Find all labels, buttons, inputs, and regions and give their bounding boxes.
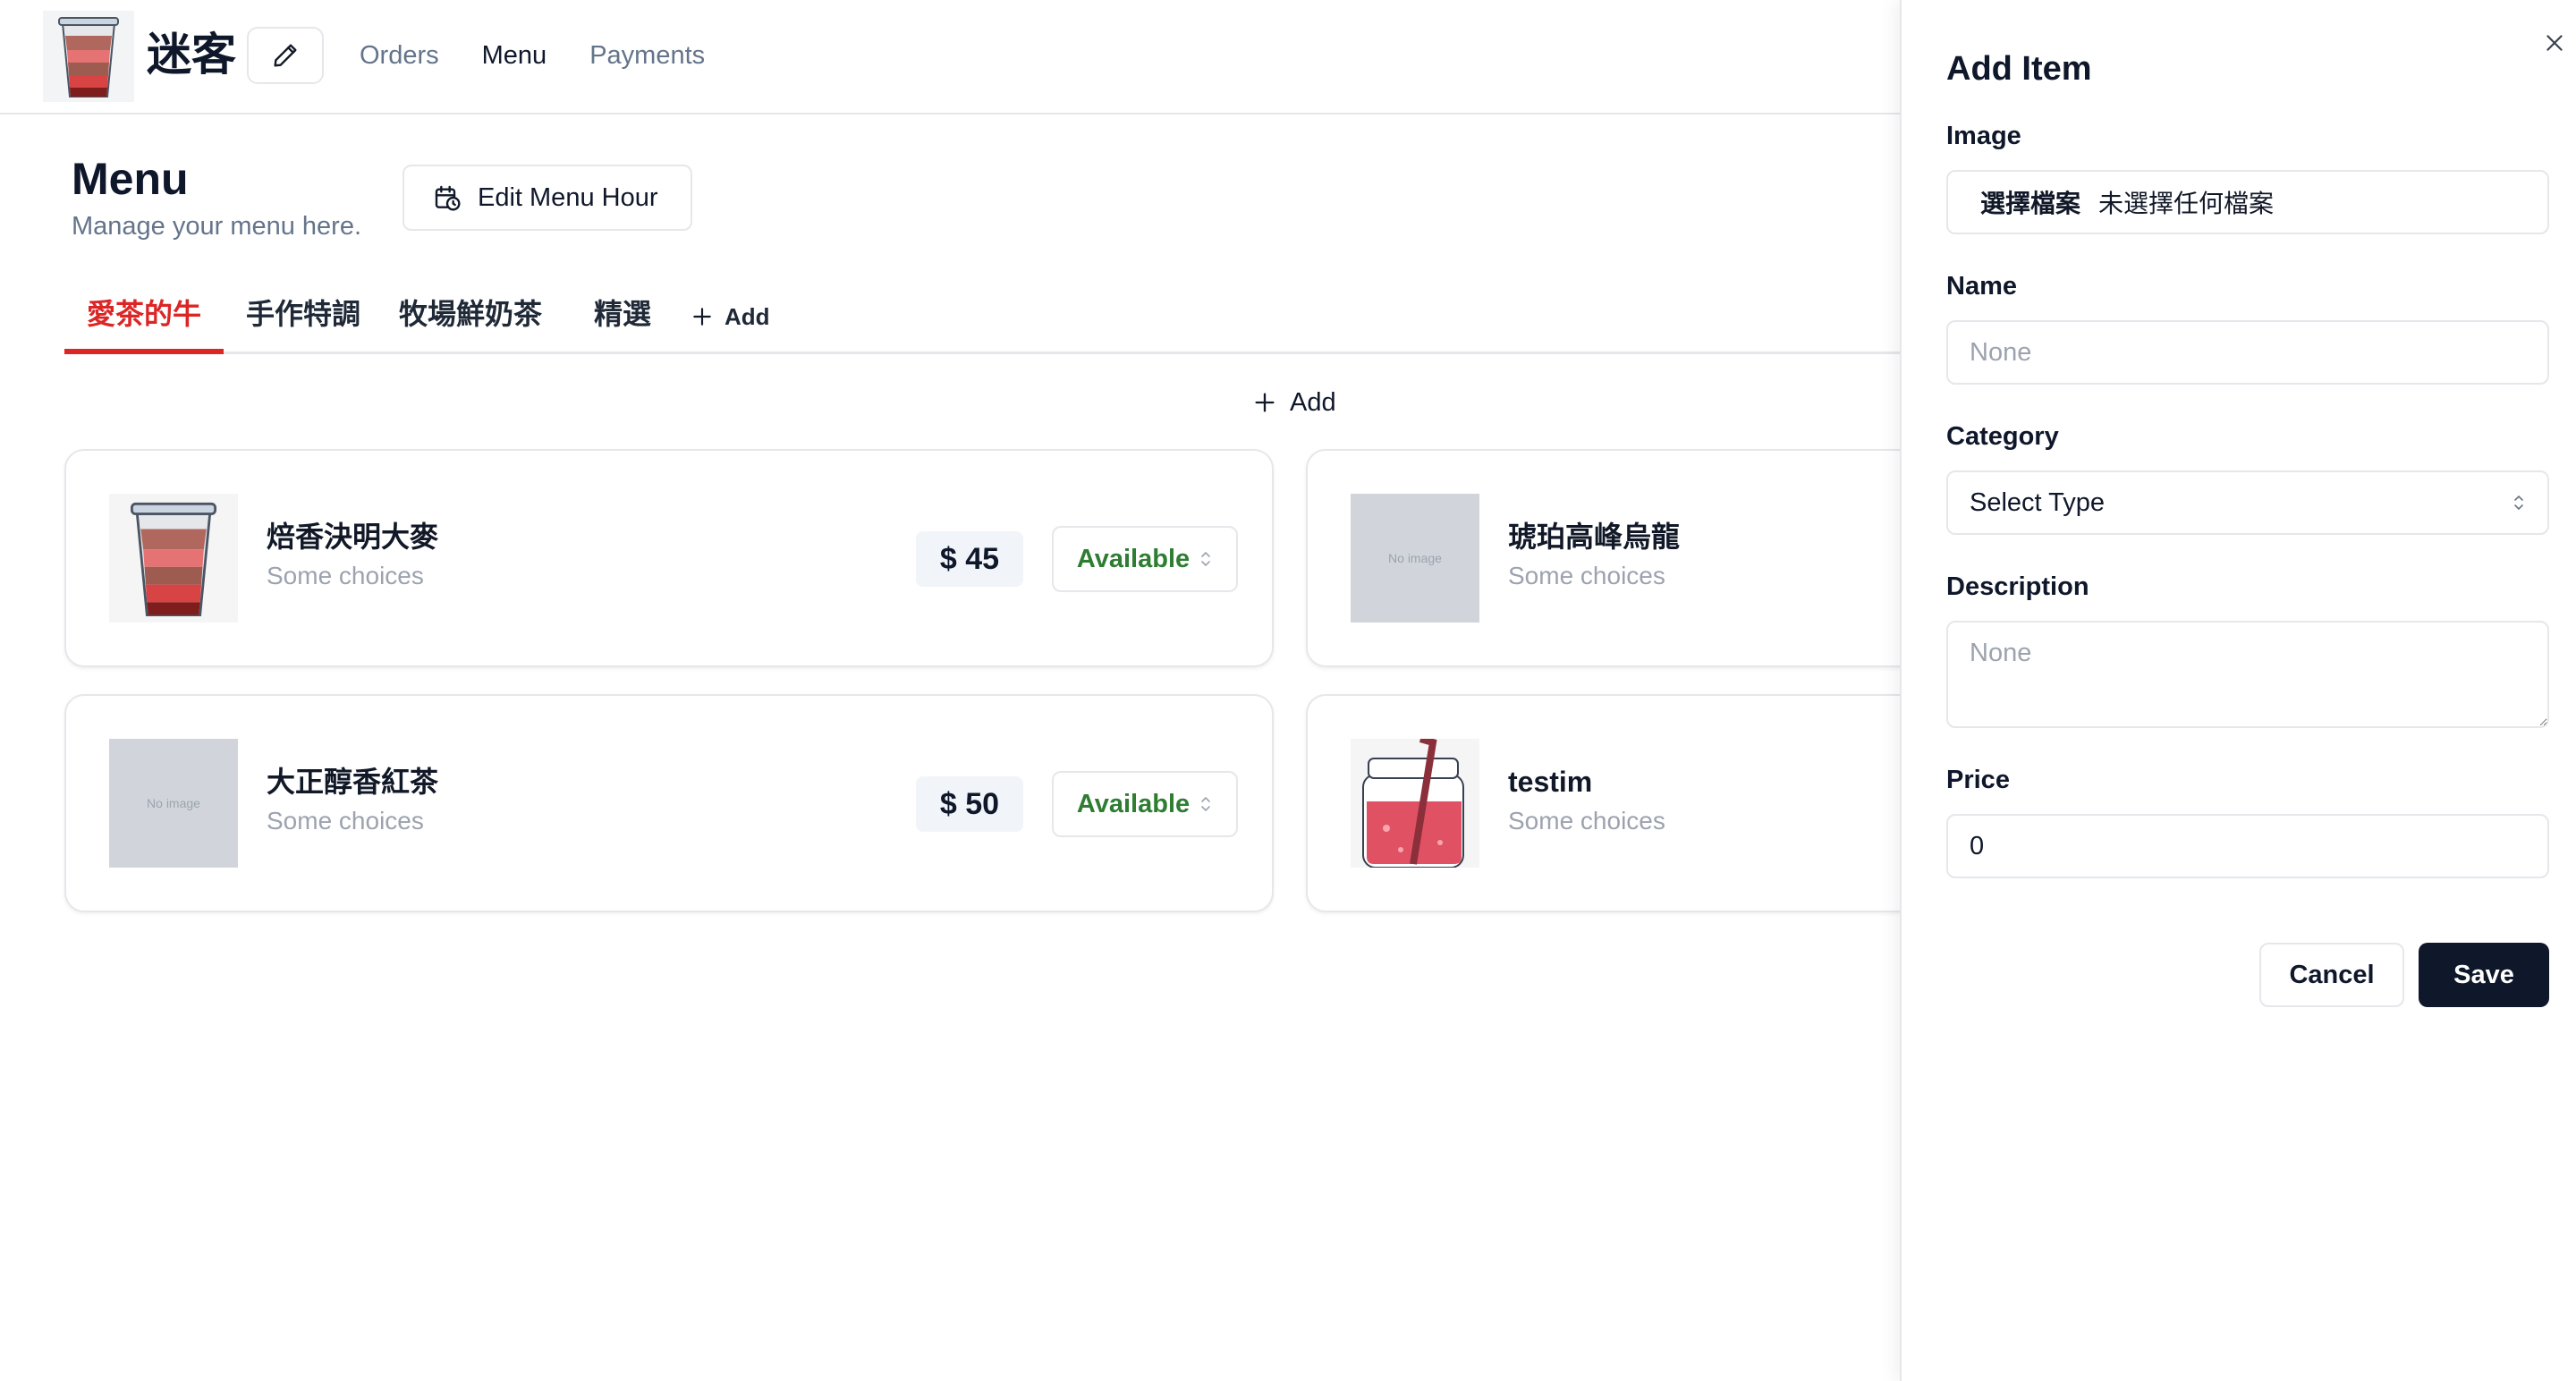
name-input[interactable] <box>1946 320 2549 385</box>
no-image-text: No image <box>147 796 200 810</box>
description-textarea[interactable] <box>1946 621 2549 728</box>
add-item-button[interactable]: Add <box>1252 379 1336 426</box>
brand-name: 迷客 <box>147 30 236 80</box>
add-item-label: Add <box>1290 387 1336 417</box>
image-file-input[interactable]: 選擇檔案 未選擇任何檔案 <box>1946 170 2549 234</box>
menu-item-card[interactable]: 焙香決明大麥 Some choices $ 45 Available <box>64 449 1274 667</box>
category-select[interactable]: Select Type <box>1946 470 2549 535</box>
no-image-placeholder: No image <box>109 739 238 868</box>
tab-category-3[interactable]: 牧場鮮奶茶 <box>392 286 549 354</box>
description-label: Description <box>1946 572 2089 601</box>
no-image-text: No image <box>1388 551 1442 565</box>
edit-menu-hour-label: Edit Menu Hour <box>478 182 658 212</box>
plus-icon <box>693 308 711 326</box>
item-name: 焙香決明大麥 <box>267 521 439 553</box>
chevron-up-down-icon <box>1201 551 1210 567</box>
name-label: Name <box>1946 272 2017 301</box>
item-choices: Some choices <box>1508 807 1665 835</box>
category-tabs: 愛茶的牛 手作特調 牧場鮮奶茶 精選 Add <box>64 286 1907 354</box>
jar-drink-icon <box>1351 739 1479 868</box>
tab-category-4[interactable]: 精選 <box>587 286 658 354</box>
pencil-icon <box>274 44 297 67</box>
menu-item-card[interactable]: testim Some choices <box>1306 694 1932 912</box>
availability-select[interactable]: Available <box>1052 771 1238 837</box>
image-label: Image <box>1946 122 2021 150</box>
item-price: $ 50 <box>916 776 1023 832</box>
item-choices: Some choices <box>1508 562 1665 589</box>
edit-menu-hour-button[interactable]: Edit Menu Hour <box>402 165 692 231</box>
calendar-clock-icon <box>435 185 461 211</box>
main-nav: Orders Menu Payments <box>360 36 705 75</box>
item-name: 琥珀高峰烏龍 <box>1508 521 1681 553</box>
drink-cup-icon <box>109 494 238 623</box>
app-root: 迷客 Orders Menu Payments Menu Manage your… <box>0 0 2576 1381</box>
nav-menu[interactable]: Menu <box>482 36 547 75</box>
availability-label: Available <box>1076 544 1191 573</box>
drink-cup-icon <box>43 11 134 102</box>
file-name-text: 未選擇任何檔案 <box>2098 190 2275 217</box>
no-image-placeholder: No image <box>1351 494 1479 623</box>
chevron-up-down-icon <box>2514 495 2523 511</box>
tab-category-1[interactable]: 愛茶的牛 <box>64 286 224 354</box>
edit-brand-button[interactable] <box>247 27 324 84</box>
chevron-up-down-icon <box>1201 796 1210 812</box>
category-select-value: Select Type <box>1970 487 2106 517</box>
close-icon <box>2546 35 2563 51</box>
add-category-button[interactable]: Add <box>691 292 770 342</box>
tab-category-2[interactable]: 手作特調 <box>240 286 367 354</box>
cancel-button[interactable]: Cancel <box>2259 943 2404 1007</box>
item-name: testim <box>1508 766 1593 798</box>
menu-item-card[interactable]: No image 大正醇香紅茶 Some choices $ 50 Availa… <box>64 694 1274 912</box>
availability-select[interactable]: Available <box>1052 526 1238 592</box>
nav-orders[interactable]: Orders <box>360 36 439 75</box>
save-button[interactable]: Save <box>2419 943 2549 1007</box>
item-choices: Some choices <box>267 562 424 589</box>
drawer-title: Add Item <box>1946 50 2092 88</box>
category-label: Category <box>1946 422 2059 451</box>
page-subtitle: Manage your menu here. <box>72 212 362 241</box>
choose-file-button[interactable]: 選擇檔案 <box>1980 184 2080 220</box>
plus-icon <box>1255 393 1275 412</box>
page-title: Menu <box>72 154 189 204</box>
item-price: $ 45 <box>916 531 1023 587</box>
item-choices: Some choices <box>267 807 424 835</box>
item-name: 大正醇香紅茶 <box>267 766 439 798</box>
close-drawer-button[interactable] <box>2538 27 2571 59</box>
nav-payments[interactable]: Payments <box>589 36 705 75</box>
price-input[interactable] <box>1946 814 2549 878</box>
add-category-label: Add <box>724 302 770 330</box>
price-label: Price <box>1946 766 2010 794</box>
availability-label: Available <box>1076 789 1191 818</box>
menu-item-card[interactable]: No image 琥珀高峰烏龍 Some choices <box>1306 449 1932 667</box>
add-item-drawer: Add Item Image 選擇檔案 未選擇任何檔案 Name Categor… <box>1900 0 2576 1381</box>
